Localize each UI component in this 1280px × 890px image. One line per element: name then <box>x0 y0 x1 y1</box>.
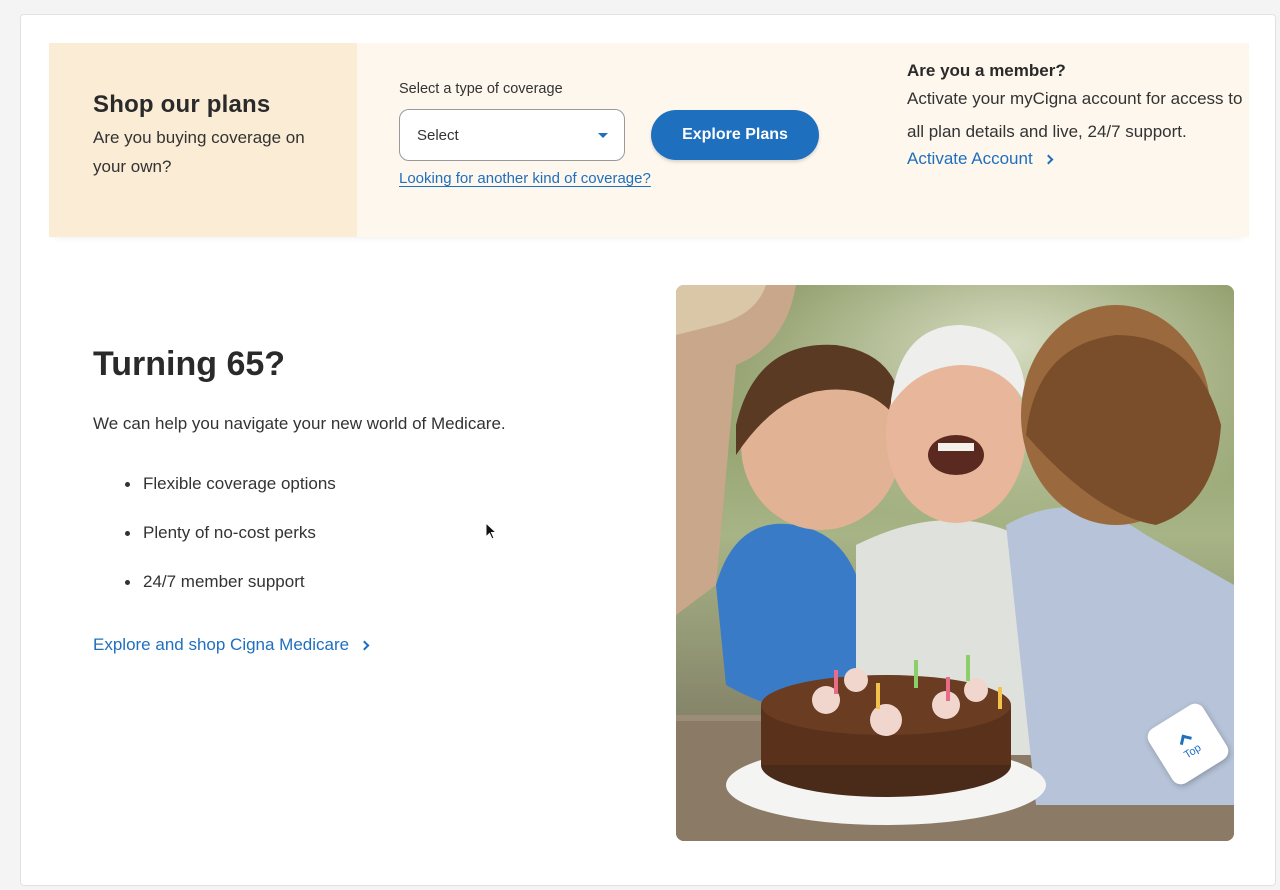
bullet-icon <box>125 580 130 585</box>
turning-65-section: Turning 65? We can help you navigate you… <box>93 345 653 655</box>
explore-medicare-link[interactable]: Explore and shop Cigna Medicare <box>93 635 653 655</box>
shop-plans-subtitle: Are you buying coverage on your own? <box>93 128 305 176</box>
coverage-select-value: Select <box>417 126 459 144</box>
shop-plans-banner: Shop our plans Are you buying coverage o… <box>49 43 1249 237</box>
member-text: Activate your myCigna account for access… <box>907 89 1243 141</box>
coverage-select-row: Select Explore Plans <box>399 109 877 161</box>
mouse-cursor-icon <box>485 522 498 540</box>
chevron-right-icon <box>359 640 370 650</box>
explore-medicare-label: Explore and shop Cigna Medicare <box>93 635 350 654</box>
coverage-selector: Select a type of coverage Select Explore… <box>357 43 877 237</box>
turning-65-intro: We can help you navigate your new world … <box>93 414 506 433</box>
coverage-select-label: Select a type of coverage <box>399 81 563 97</box>
shop-plans-title: Shop our plans <box>93 91 271 118</box>
chevron-down-icon <box>598 132 608 138</box>
benefit-text: Flexible coverage options <box>143 474 336 493</box>
activate-account-link[interactable]: Activate Account <box>907 149 1249 169</box>
turning-65-title: Turning 65? <box>93 345 286 383</box>
photo-illustration <box>676 285 1234 841</box>
benefit-item: Flexible coverage options <box>125 474 653 523</box>
bullet-icon <box>125 531 130 536</box>
benefit-item: 24/7 member support <box>125 572 653 621</box>
benefits-list: Flexible coverage options Plenty of no-c… <box>93 474 653 621</box>
explore-plans-button[interactable]: Explore Plans <box>651 110 819 160</box>
chevron-right-icon <box>1043 154 1054 164</box>
page-frame: Shop our plans Are you buying coverage o… <box>20 14 1276 886</box>
benefit-item: Plenty of no-cost perks <box>125 523 653 572</box>
bullet-icon <box>125 482 130 487</box>
shop-plans-intro: Shop our plans Are you buying coverage o… <box>49 43 357 237</box>
coverage-type-select[interactable]: Select <box>399 109 625 161</box>
benefit-text: 24/7 member support <box>143 572 305 591</box>
benefit-text: Plenty of no-cost perks <box>143 523 316 542</box>
family-birthday-photo <box>676 285 1234 841</box>
member-title: Are you a member? <box>907 61 1066 80</box>
activate-account-label: Activate Account <box>907 149 1033 168</box>
another-coverage-link[interactable]: Looking for another kind of coverage? <box>399 170 651 187</box>
member-callout: Are you a member? Activate your myCigna … <box>877 43 1249 237</box>
